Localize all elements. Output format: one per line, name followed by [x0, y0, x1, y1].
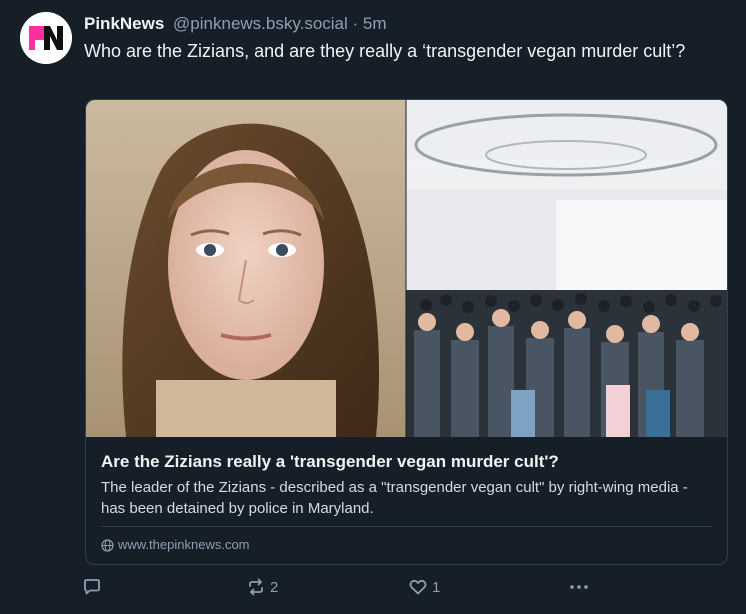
- reply-icon: [84, 579, 100, 595]
- avatar[interactable]: [20, 12, 72, 64]
- header-separator: ·: [352, 14, 359, 33]
- link-card[interactable]: Are the Zizians really a 'transgender ve…: [85, 99, 728, 565]
- link-card-description: The leader of the Zizians - described as…: [101, 479, 688, 517]
- link-card-domain-text: www.thepinknews.com: [118, 537, 250, 552]
- post[interactable]: PinkNews @pinknews.bsky.social · 5m Who …: [0, 0, 746, 614]
- like-button[interactable]: 1: [408, 572, 440, 602]
- post-text: Who are the Zizians, and are they really…: [84, 41, 686, 61]
- more-options-button[interactable]: [568, 572, 590, 602]
- repost-count: 2: [270, 578, 279, 596]
- globe-icon: [101, 538, 114, 552]
- heart-icon: [409, 579, 427, 595]
- crowd-photo: [406, 100, 727, 437]
- portrait-photo: [86, 100, 406, 437]
- post-timestamp[interactable]: 5m: [363, 14, 387, 33]
- more-icon: [570, 585, 588, 589]
- link-card-image: [86, 100, 727, 437]
- post-header: PinkNews @pinknews.bsky.social · 5m: [84, 14, 387, 34]
- post-actions: 2 1: [80, 572, 720, 602]
- link-card-domain[interactable]: www.thepinknews.com: [101, 536, 250, 554]
- reply-button[interactable]: [82, 572, 102, 602]
- link-card-divider: [101, 526, 712, 527]
- link-card-image-graphic: [86, 100, 727, 437]
- repost-button[interactable]: 2: [246, 572, 278, 602]
- repost-icon: [249, 578, 263, 596]
- author-handle[interactable]: @pinknews.bsky.social: [173, 14, 348, 33]
- author-display-name[interactable]: PinkNews: [84, 14, 164, 33]
- pinknews-logo-icon: [20, 12, 72, 64]
- link-card-title[interactable]: Are the Zizians really a 'transgender ve…: [101, 451, 711, 473]
- like-count: 1: [432, 578, 441, 596]
